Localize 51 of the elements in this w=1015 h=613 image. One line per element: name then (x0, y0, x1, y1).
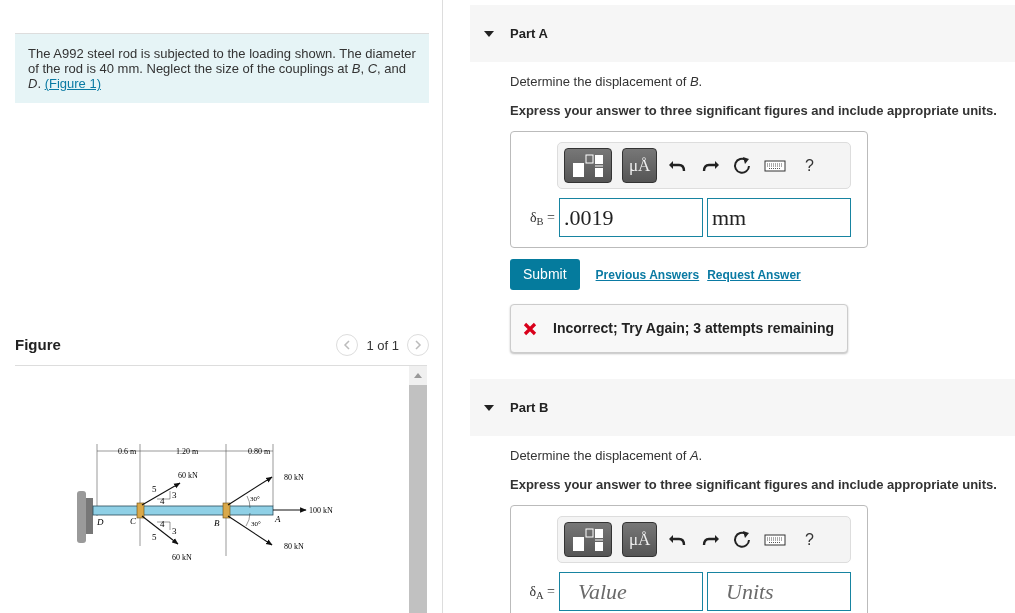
slope-label: 3 (172, 525, 177, 536)
instruction-text: Express your answer to three significant figures and include appropriate units. (510, 475, 998, 494)
submit-button[interactable]: Submit (510, 259, 580, 290)
force-label: 60 kN (172, 552, 192, 562)
help-button[interactable]: ? (797, 527, 822, 552)
dimension-label: 0.80 m (248, 446, 271, 456)
pager-text: 1 of 1 (366, 336, 399, 355)
fraction-template-icon (571, 152, 605, 179)
scrollbar[interactable] (409, 365, 427, 613)
answer-label: δ$_{A}$ = (528, 583, 556, 602)
chevron-right-icon (414, 340, 422, 351)
slope-label: 3 (172, 489, 177, 500)
question-text: Determine the displacement of A. (510, 447, 704, 465)
problem-text: The A992 steel rod is subjected to the loading shown. The diameter of the rod is 40 mm. Neglect the size of the couplings at B, C, and D. (Figure 1) (15, 33, 429, 103)
part-title[interactable]: Part B (510, 397, 549, 418)
answer-link[interactable]: Previous Answers (595, 265, 700, 284)
help-button[interactable]: ? (797, 153, 822, 178)
force-label: 100 kN (309, 505, 333, 515)
slope-label: 5 (152, 531, 157, 542)
part-title[interactable]: Part A (510, 23, 548, 44)
value-field[interactable]: .0019 (559, 198, 703, 237)
point-label: B (214, 517, 220, 528)
dimension-label: 1.20 m (176, 446, 199, 456)
question-text: Determine the displacement of B. (510, 73, 704, 91)
answer-label: δ$_{B}$ = (528, 209, 556, 228)
dimension-label: 0.6 m (118, 446, 137, 456)
template-button[interactable] (564, 148, 612, 183)
fraction-template-icon (571, 526, 605, 553)
point-label: C (130, 515, 136, 526)
point-label: A (275, 513, 281, 524)
force-label: 60 kN (178, 470, 198, 480)
figure-title: Figure (15, 335, 61, 355)
units-field[interactable]: mm (707, 198, 851, 237)
scroll-up-icon (414, 372, 422, 378)
instruction-text: Express your answer to three significant figures and include appropriate units. (510, 101, 998, 120)
chevron-left-icon (343, 340, 352, 351)
units-field[interactable]: Units (707, 572, 851, 611)
slope-label: 4 (160, 495, 165, 506)
answer-link[interactable]: Request Answer (707, 265, 801, 284)
error-x-icon (523, 321, 537, 336)
slope-label: 5 (152, 483, 157, 494)
force-label: 80 kN (284, 472, 304, 482)
value-field[interactable]: Value (559, 572, 703, 611)
slope-label: 4 (160, 518, 165, 529)
point-label: D (97, 516, 104, 527)
figure-link[interactable]: (Figure 1) (44, 76, 101, 91)
force-label: 80 kN (284, 541, 304, 551)
units-button[interactable]: μÅ (622, 522, 658, 557)
units-button[interactable]: μÅ (622, 148, 658, 183)
feedback-text: Incorrect; Try Again; 3 attempts remaining (553, 319, 835, 338)
template-button[interactable] (564, 522, 612, 557)
